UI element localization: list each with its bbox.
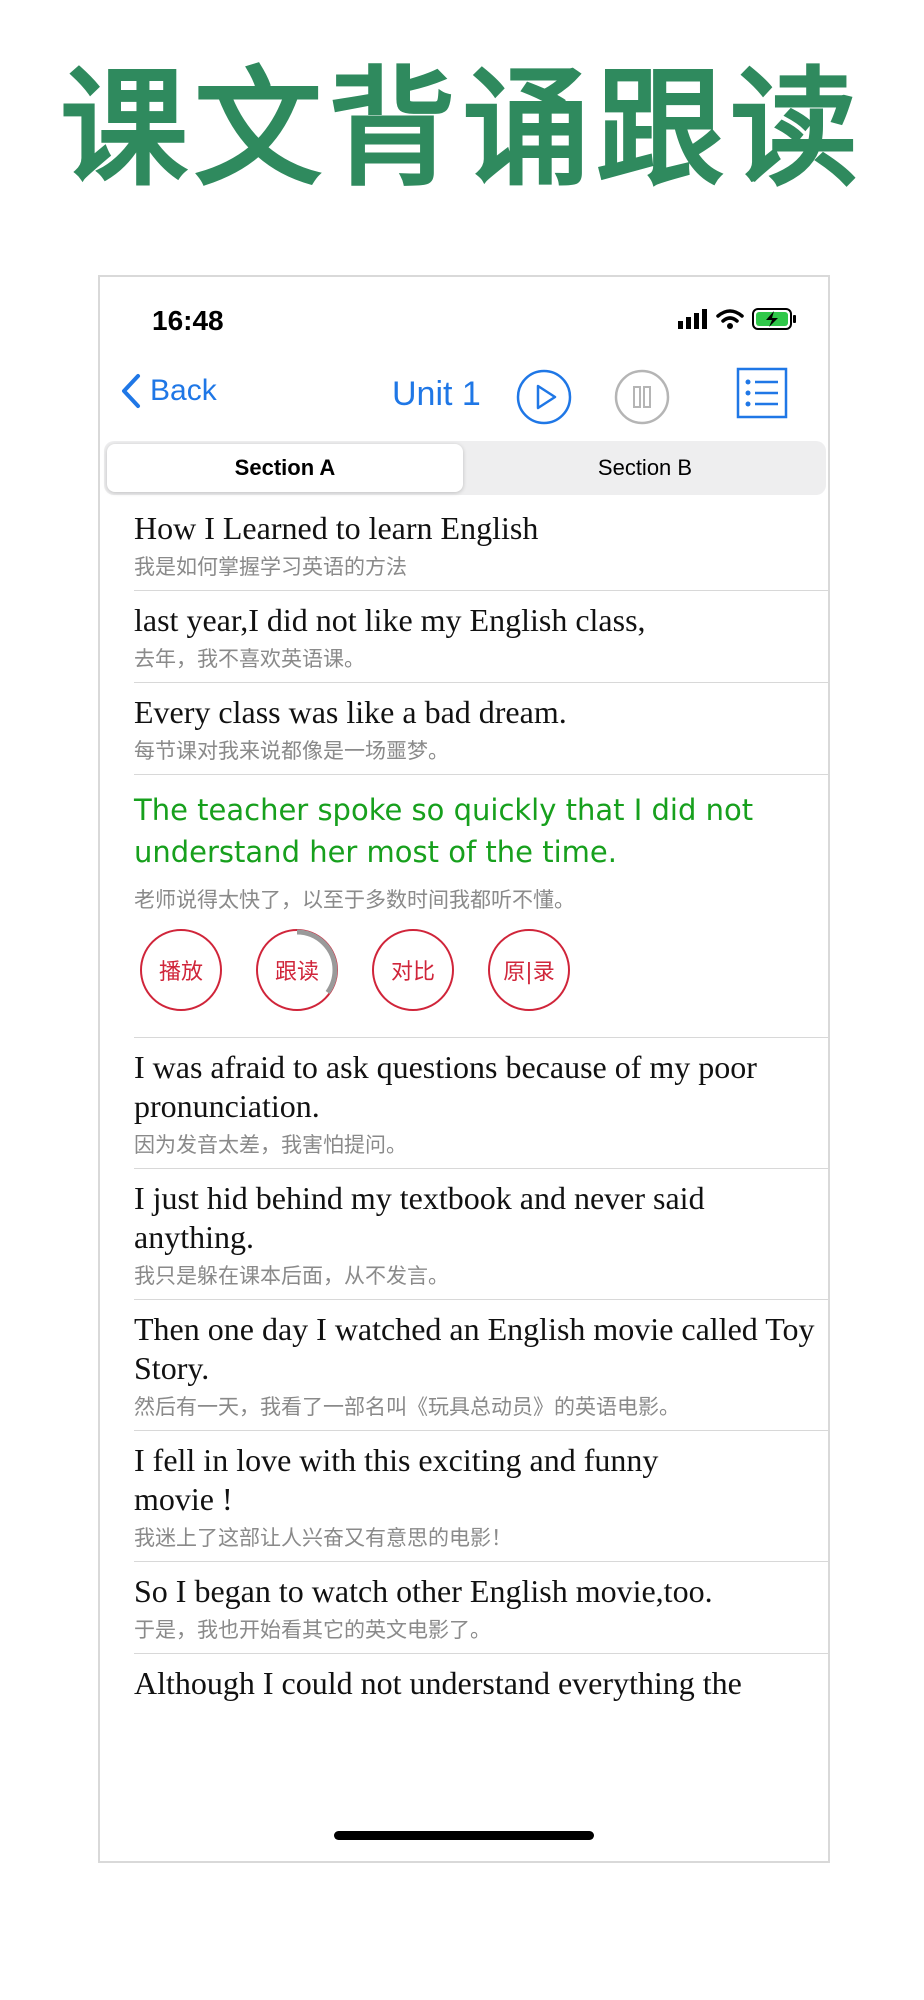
sentence-en: I fell in love with this exciting and fu…: [134, 1442, 659, 1517]
sentence-controls: 播放 跟读 对比 原|录: [140, 929, 828, 1011]
follow-read-button[interactable]: 跟读: [256, 929, 338, 1011]
sentence-zh: 每节课对我来说都像是一场噩梦。: [134, 739, 449, 763]
list-item[interactable]: So I began to watch other English movie,…: [134, 1562, 828, 1654]
sentence-zh: 我是如何掌握学习英语的方法: [134, 555, 407, 579]
play-all-button[interactable]: [516, 369, 572, 429]
sentence-en: Every class was like a bad dream.: [134, 694, 567, 730]
promo-title: 课文背诵跟读: [59, 55, 864, 204]
back-button[interactable]: Back: [120, 373, 217, 409]
sentence-zh: 我只是躲在课本后面，从不发言。: [134, 1264, 449, 1288]
sentence-zh: 去年，我不喜欢英语课。: [134, 647, 365, 671]
page-title: Unit 1: [392, 375, 481, 413]
chevron-left-icon: [122, 374, 140, 408]
list-icon: [736, 367, 788, 419]
sentence-zh: 于是，我也开始看其它的英文电影了。: [134, 1618, 491, 1642]
home-indicator[interactable]: [334, 1831, 594, 1840]
sentence-en: I just hid behind my textbook and never …: [134, 1180, 705, 1255]
pause-circle-icon: [614, 369, 670, 425]
list-item[interactable]: Although I could not understand everythi…: [134, 1654, 828, 1711]
sentence-zh: 老师说得太快了，以至于多数时间我都听不懂。: [134, 888, 575, 912]
sentence-list: How I Learned to learn English 我是如何掌握学习英…: [100, 499, 828, 1809]
sentence-en: I was afraid to ask questions because of…: [134, 1049, 757, 1124]
list-item-active[interactable]: The teacher spoke so quickly that I did …: [134, 775, 828, 1038]
list-item[interactable]: Every class was like a bad dream. 每节课对我来…: [134, 683, 828, 775]
sentence-zh: 因为发音太差，我害怕提问。: [134, 1133, 407, 1157]
list-item[interactable]: I fell in love with this exciting and fu…: [134, 1431, 828, 1562]
compare-button[interactable]: 对比: [372, 929, 454, 1011]
phone-screen: 16:48 Back Unit 1 Section A Section B Ho…: [98, 275, 830, 1863]
back-label: Back: [150, 374, 217, 407]
wifi-icon: [716, 309, 744, 329]
original-record-button[interactable]: 原|录: [488, 929, 570, 1011]
sentence-en: Although I could not understand everythi…: [134, 1665, 742, 1701]
follow-progress-ring: [256, 929, 338, 1011]
battery-charging-icon: [752, 308, 796, 330]
status-bar: 16:48: [100, 277, 828, 357]
tab-section-a[interactable]: Section A: [107, 444, 463, 492]
sentence-zh: 然后有一天，我看了一部名叫《玩具总动员》的英语电影。: [134, 1395, 680, 1419]
sentence-zh: 我迷上了这部让人兴奋又有意思的电影！: [134, 1526, 512, 1550]
list-item[interactable]: How I Learned to learn English 我是如何掌握学习英…: [134, 499, 828, 591]
list-item[interactable]: I was afraid to ask questions because of…: [134, 1038, 828, 1169]
list-item[interactable]: I just hid behind my textbook and never …: [134, 1169, 828, 1300]
play-button[interactable]: 播放: [140, 929, 222, 1011]
signal-icon: [678, 309, 707, 329]
play-circle-icon: [516, 369, 572, 425]
tab-section-b[interactable]: Section B: [467, 444, 823, 492]
list-button[interactable]: [736, 367, 788, 423]
sentence-en: last year,I did not like my English clas…: [134, 602, 646, 638]
sentence-en: How I Learned to learn English: [134, 510, 539, 546]
section-tabs: Section A Section B: [104, 441, 826, 495]
sentence-en: So I began to watch other English movie,…: [134, 1573, 713, 1609]
status-icons: [678, 307, 798, 331]
list-item[interactable]: Then one day I watched an English movie …: [134, 1300, 828, 1431]
sentence-en-active: The teacher spoke so quickly that I did …: [134, 793, 754, 869]
list-item[interactable]: last year,I did not like my English clas…: [134, 591, 828, 683]
nav-bar: Back Unit 1: [100, 359, 828, 437]
pause-button[interactable]: [614, 369, 670, 429]
status-time: 16:48: [152, 305, 224, 336]
sentence-en: Then one day I watched an English movie …: [134, 1311, 815, 1386]
